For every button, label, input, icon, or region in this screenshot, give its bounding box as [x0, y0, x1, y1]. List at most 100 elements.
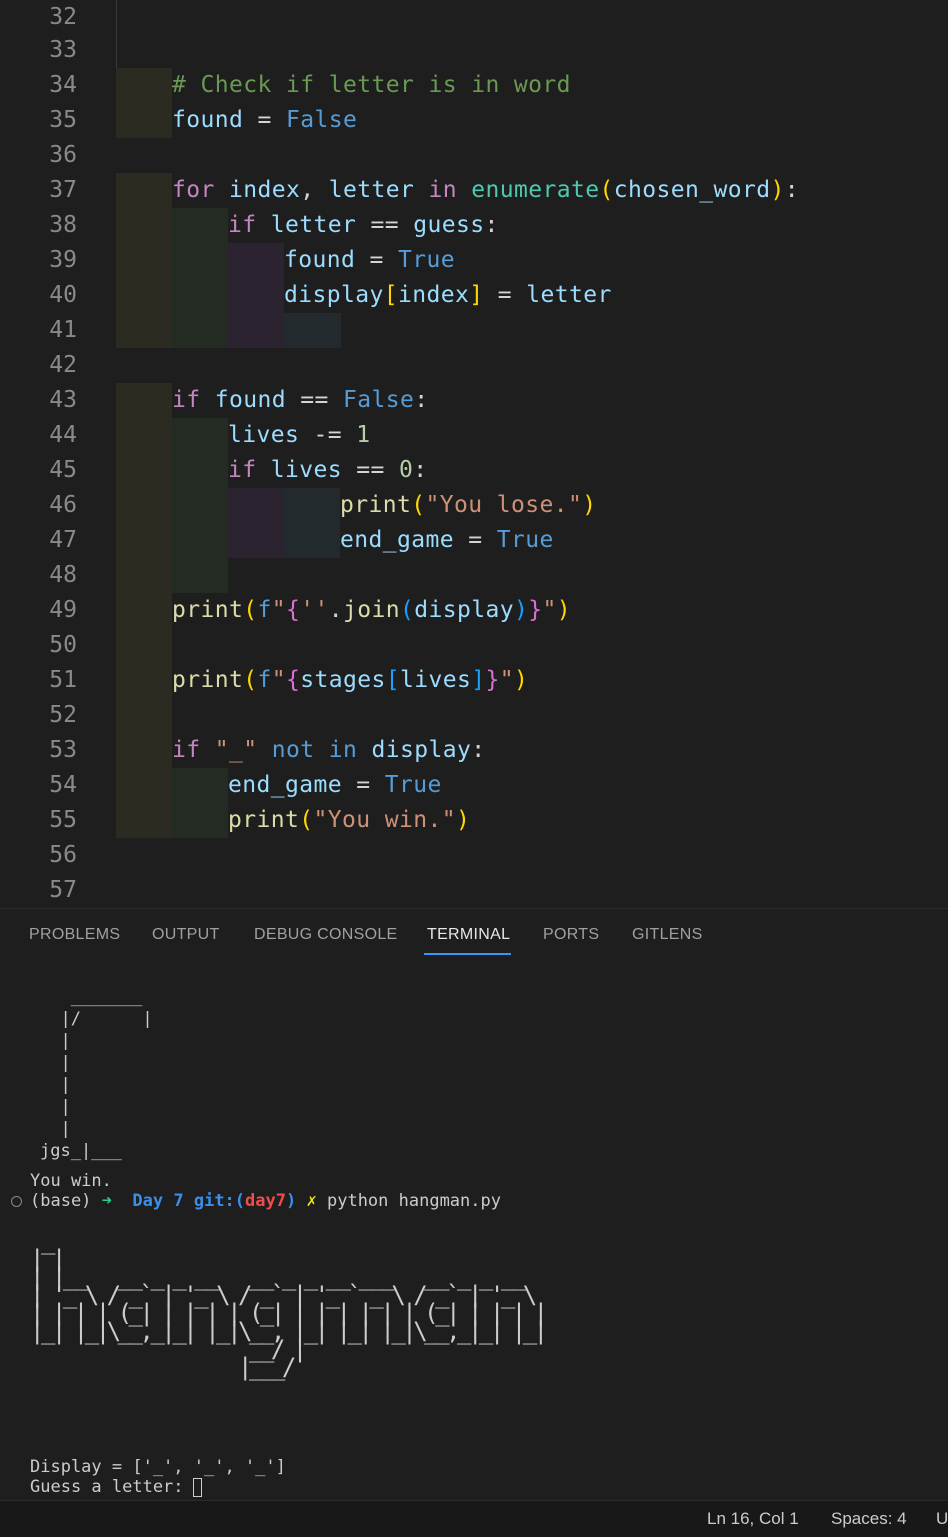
code-line[interactable]: 35 found = False — [0, 103, 948, 138]
token: ) — [582, 492, 597, 518]
line-number: 40 — [49, 282, 77, 308]
code-line[interactable]: 57 — [0, 873, 948, 908]
code-editor[interactable]: 32 33 34 # Check if letter is in word 35… — [0, 0, 948, 908]
token: chosen_word — [613, 177, 771, 203]
token: index — [397, 282, 470, 308]
code-line[interactable]: 36 — [0, 138, 948, 173]
tab-gitlens[interactable]: GITLENS — [632, 926, 703, 944]
tab-terminal[interactable]: TERMINAL — [427, 926, 510, 944]
token: if — [228, 457, 257, 483]
code-line[interactable]: 52 — [0, 698, 948, 733]
code-line[interactable]: 33 — [0, 33, 948, 68]
git-label: git:( — [193, 1191, 246, 1211]
token: letter — [328, 177, 415, 203]
code-line[interactable]: 32 — [0, 0, 948, 35]
token: not — [271, 737, 315, 763]
token: end_game — [340, 527, 454, 553]
token: print — [228, 807, 300, 833]
line-number: 50 — [49, 632, 77, 658]
tab-debug-console[interactable]: DEBUG CONSOLE — [254, 926, 398, 944]
tab-output[interactable]: OUTPUT — [152, 926, 220, 944]
line-number: 39 — [49, 247, 77, 273]
token: print — [172, 597, 244, 623]
token: { — [286, 667, 301, 693]
code-line[interactable]: 53 if "_" not in display: — [0, 733, 948, 768]
code-text: found = False — [172, 103, 357, 138]
token: ( — [243, 667, 258, 693]
token: ) — [770, 177, 785, 203]
token: end_game — [228, 772, 342, 798]
line-number: 53 — [49, 737, 77, 763]
token: ( — [599, 177, 614, 203]
code-text: lives -= 1 — [228, 418, 371, 453]
token: stages — [300, 667, 386, 693]
line-number: 54 — [49, 772, 77, 798]
code-line[interactable]: 50 — [0, 628, 948, 663]
code-line[interactable]: 38 if letter == guess: — [0, 208, 948, 243]
line-number: 32 — [49, 4, 77, 30]
code-line[interactable]: 56 — [0, 838, 948, 873]
code-line[interactable]: 34 # Check if letter is in word — [0, 68, 948, 103]
code-text: found = True — [284, 243, 455, 278]
token: if — [228, 212, 257, 238]
code-line[interactable]: 48 — [0, 558, 948, 593]
token: False — [286, 107, 358, 133]
code-text: if letter == guess: — [228, 208, 499, 243]
indentation-setting[interactable]: Spaces: 4 — [831, 1509, 907, 1529]
code-line[interactable]: 37 for index, letter in enumerate(chosen… — [0, 173, 948, 208]
code-line[interactable]: 45 if lives == 0: — [0, 453, 948, 488]
token: == — [370, 212, 399, 238]
code-text: if found == False: — [172, 383, 429, 418]
token: == — [300, 387, 329, 413]
token: == — [356, 457, 385, 483]
code-line[interactable]: 43 if found == False: — [0, 383, 948, 418]
token: lives — [399, 667, 472, 693]
cursor-position[interactable]: Ln 16, Col 1 — [707, 1509, 799, 1529]
git-branch: day7 — [245, 1191, 286, 1211]
code-line[interactable]: 51 print(f"{stages[lives]}") — [0, 663, 948, 698]
code-line[interactable]: 55 print("You win.") — [0, 803, 948, 838]
code-text: end_game = True — [228, 768, 442, 803]
token: -= — [313, 422, 342, 448]
token: for — [172, 177, 215, 203]
token: ( — [400, 597, 415, 623]
token: if — [172, 737, 201, 763]
token: enumerate — [471, 177, 600, 203]
line-number: 47 — [49, 527, 77, 553]
line-number: 37 — [49, 177, 77, 203]
code-line[interactable]: 54 end_game = True — [0, 768, 948, 803]
tab-problems[interactable]: PROBLEMS — [29, 926, 120, 944]
token: ] — [469, 282, 484, 308]
code-line[interactable]: 44 lives -= 1 — [0, 418, 948, 453]
line-number: 38 — [49, 212, 77, 238]
token: lives — [270, 457, 342, 483]
token: '' — [300, 597, 329, 623]
code-text: print(f"{''.join(display)}") — [172, 593, 571, 628]
token: letter — [526, 282, 612, 308]
token: display — [414, 597, 514, 623]
line-number: 44 — [49, 422, 77, 448]
line-number: 51 — [49, 667, 77, 693]
prompt-directory: Day 7 — [132, 1191, 184, 1211]
token: ] — [471, 667, 486, 693]
code-line[interactable]: 40 display[index] = letter — [0, 278, 948, 313]
token: ) — [513, 597, 529, 623]
token: : — [484, 212, 499, 238]
token: f — [257, 667, 272, 693]
code-line[interactable]: 39 found = True — [0, 243, 948, 278]
encoding-setting[interactable]: U — [936, 1509, 948, 1529]
token: " — [271, 667, 286, 693]
token: 0 — [399, 457, 414, 483]
code-line[interactable]: 41 — [0, 313, 948, 348]
code-line[interactable]: 49 print(f"{''.join(display)}") — [0, 593, 948, 628]
guess-input-prompt[interactable]: Guess a letter: — [30, 1477, 194, 1498]
prompt-status-icon — [11, 1196, 22, 1207]
code-line[interactable]: 47 end_game = True — [0, 523, 948, 558]
token: found — [284, 247, 356, 273]
shell-command: python hangman.py — [326, 1191, 501, 1211]
code-text: print("You win.") — [228, 803, 470, 838]
git-dirty-icon: ✗ — [306, 1191, 317, 1211]
code-line[interactable]: 42 — [0, 348, 948, 383]
code-line[interactable]: 46 print("You lose.") — [0, 488, 948, 523]
tab-ports[interactable]: PORTS — [543, 926, 599, 944]
